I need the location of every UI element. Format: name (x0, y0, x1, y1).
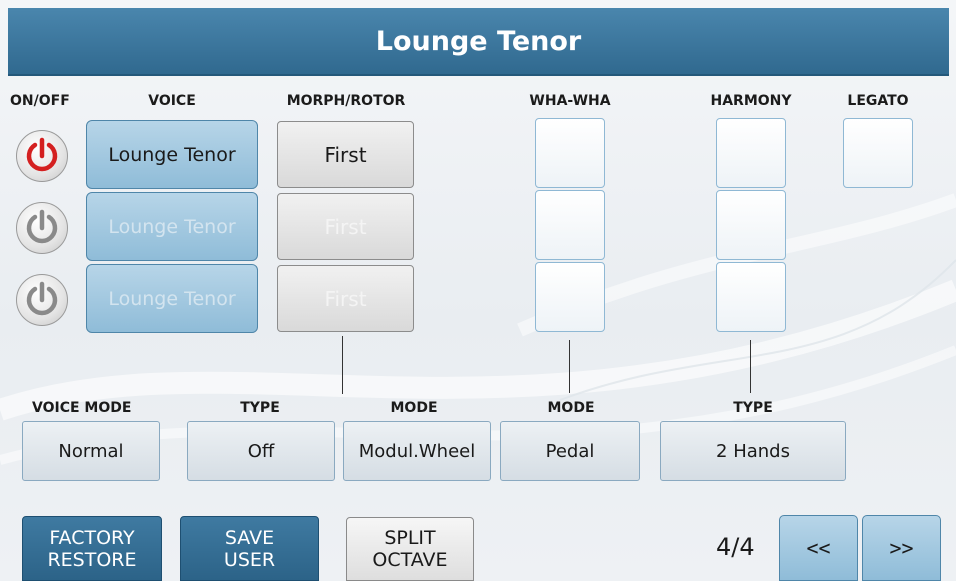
save-user-label-1: SAVE (224, 526, 275, 549)
save-user-button[interactable]: SAVE USER (180, 516, 319, 581)
prev-page-button[interactable]: << (779, 515, 858, 581)
morph-mode-selector[interactable]: Modul.Wheel (343, 421, 491, 481)
split-octave-label-2: OCTAVE (372, 549, 448, 571)
morph-button-layer-1[interactable]: First (277, 121, 414, 188)
connector-line (569, 340, 570, 393)
split-octave-button[interactable]: SPLIT OCTAVE (346, 517, 474, 581)
header-voice-mode: VOICE MODE (32, 400, 132, 416)
voice-mode-selector[interactable]: Normal (22, 421, 160, 481)
page-title: Lounge Tenor (375, 25, 582, 57)
save-user-label-2: USER (223, 548, 276, 571)
wha-mode-selector[interactable]: Pedal (500, 421, 640, 481)
power-button-layer-3[interactable] (16, 274, 68, 326)
factory-restore-button[interactable]: FACTORY RESTORE (22, 516, 162, 581)
voice-button-layer-3[interactable]: Lounge Tenor (86, 264, 258, 333)
power-icon (26, 137, 58, 172)
factory-restore-label-1: FACTORY (49, 526, 135, 549)
header-voice: VOICE (148, 93, 196, 109)
type-selector[interactable]: Off (187, 421, 335, 481)
power-icon (26, 209, 58, 244)
harmony-type-selector[interactable]: 2 Hands (660, 421, 846, 481)
split-octave-label-1: SPLIT (384, 527, 436, 549)
header-morph-mode: MODE (390, 400, 438, 416)
wha-wha-toggle-layer-2[interactable] (535, 190, 605, 260)
header-morph-rotor: MORPH/ROTOR (286, 93, 406, 109)
header-type: TYPE (240, 400, 280, 416)
page-indicator: 4/4 (716, 533, 755, 561)
header-wha-mode: MODE (547, 400, 595, 416)
harmony-toggle-layer-3[interactable] (716, 262, 786, 332)
morph-button-layer-3[interactable]: First (277, 265, 414, 332)
next-page-button[interactable]: >> (862, 515, 941, 581)
wha-wha-toggle-layer-1[interactable] (535, 118, 605, 188)
header-wha-wha: WHA-WHA (529, 93, 611, 109)
header-on-off: ON/OFF (10, 93, 70, 109)
voice-button-layer-2[interactable]: Lounge Tenor (86, 192, 258, 261)
header-harmony: HARMONY (710, 93, 792, 109)
connector-line (750, 340, 751, 393)
morph-button-layer-2[interactable]: First (277, 193, 414, 260)
power-icon (26, 281, 58, 316)
header-legato: LEGATO (847, 93, 909, 109)
legato-toggle[interactable] (843, 118, 913, 188)
header-harmony-type: TYPE (733, 400, 773, 416)
wha-wha-toggle-layer-3[interactable] (535, 262, 605, 332)
harmony-toggle-layer-1[interactable] (716, 118, 786, 188)
factory-restore-label-2: RESTORE (47, 548, 137, 571)
power-button-layer-2[interactable] (16, 202, 68, 254)
harmony-toggle-layer-2[interactable] (716, 190, 786, 260)
title-bar: Lounge Tenor (8, 8, 949, 76)
power-button-layer-1[interactable] (16, 130, 68, 182)
connector-line (342, 336, 343, 394)
voice-button-layer-1[interactable]: Lounge Tenor (86, 120, 258, 189)
